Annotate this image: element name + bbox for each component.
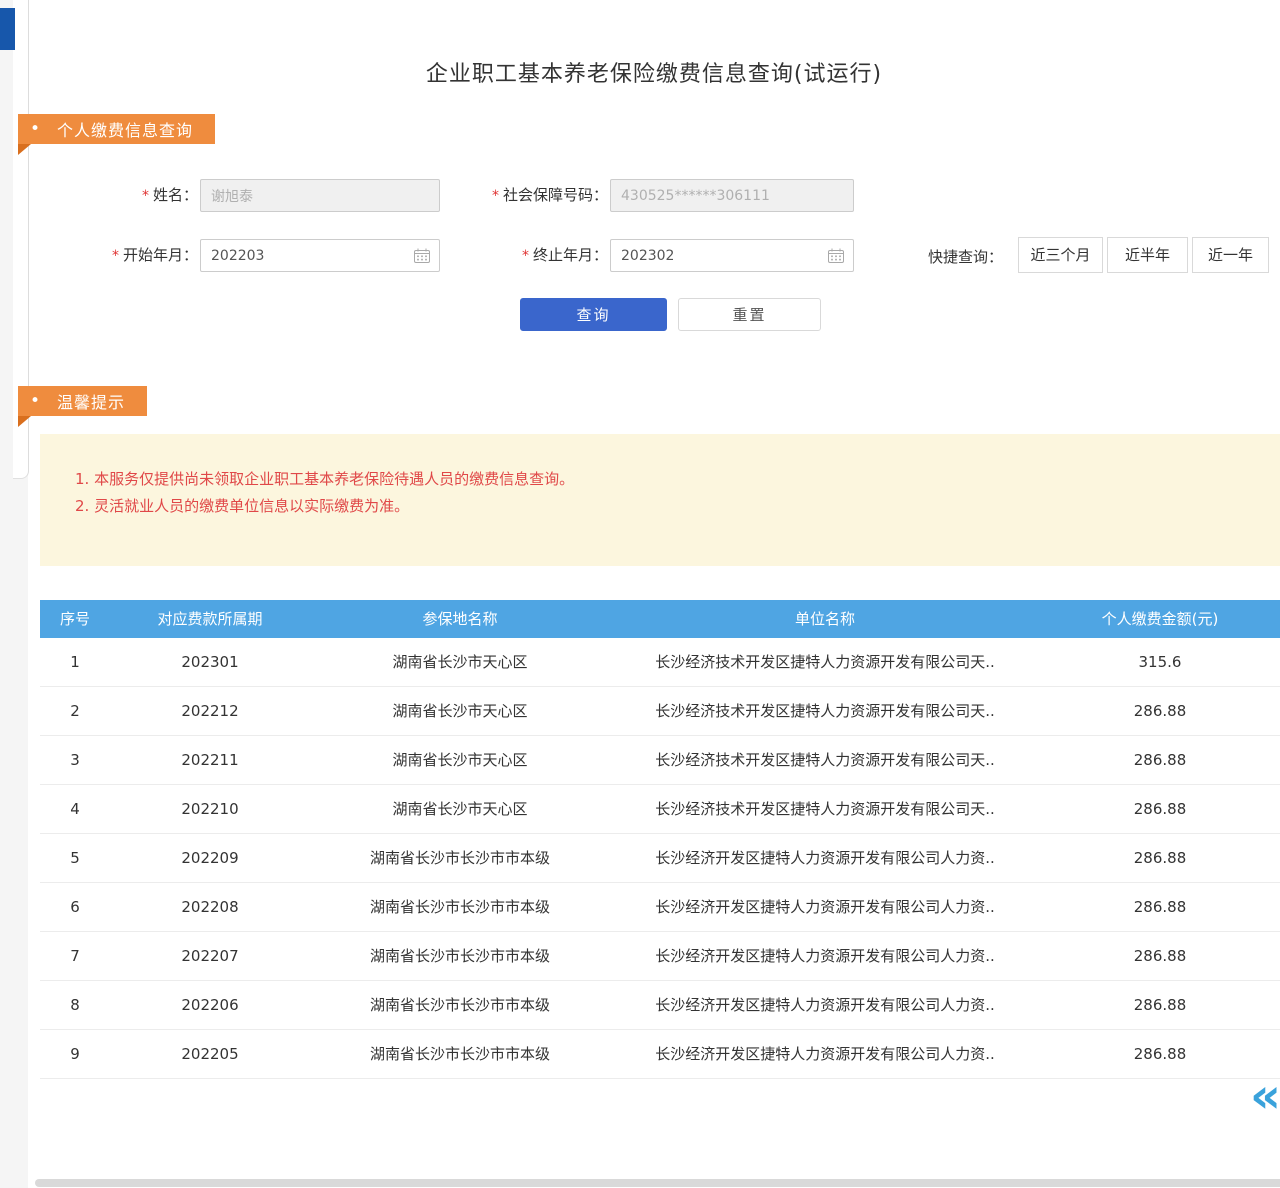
cell-period: 202210	[110, 785, 310, 833]
cell-unit: 长沙经济开发区捷特人力资源开发有限公司人力资..	[610, 1030, 1040, 1078]
cell-unit: 长沙经济开发区捷特人力资源开发有限公司人力资..	[610, 932, 1040, 980]
table-row: 2202212湖南省长沙市天心区长沙经济技术开发区捷特人力资源开发有限公司天..…	[40, 687, 1280, 736]
cell-amount: 286.88	[1040, 785, 1280, 833]
header-cell-region: 参保地名称	[310, 600, 610, 638]
table-row: 1202301湖南省长沙市天心区长沙经济技术开发区捷特人力资源开发有限公司天..…	[40, 638, 1280, 687]
payment-results-table: 序号对应费款所属期参保地名称单位名称个人缴费金额(元) 1202301湖南省长沙…	[40, 600, 1280, 1079]
cell-unit: 长沙经济开发区捷特人力资源开发有限公司人力资..	[610, 981, 1040, 1029]
section-badge-label: 个人缴费信息查询	[57, 117, 193, 141]
cell-unit: 长沙经济技术开发区捷特人力资源开发有限公司天..	[610, 785, 1040, 833]
cell-region: 湖南省长沙市天心区	[310, 638, 610, 686]
table-header-row: 序号对应费款所属期参保地名称单位名称个人缴费金额(元)	[40, 600, 1280, 638]
cell-period: 202211	[110, 736, 310, 784]
ssn-label: *社会保障号码：	[445, 179, 608, 212]
cell-seq: 5	[40, 834, 110, 882]
cell-amount: 286.88	[1040, 1030, 1280, 1078]
table-row: 5202209湖南省长沙市长沙市市本级长沙经济开发区捷特人力资源开发有限公司人力…	[40, 834, 1280, 883]
section-badge-tips: • 温馨提示	[18, 386, 147, 416]
table-row: 3202211湖南省长沙市天心区长沙经济技术开发区捷特人力资源开发有限公司天..…	[40, 736, 1280, 785]
cell-amount: 286.88	[1040, 736, 1280, 784]
tip-line-1: 1. 本服务仅提供尚未领取企业职工基本养老保险待遇人员的缴费信息查询。	[75, 466, 1260, 493]
cell-unit: 长沙经济开发区捷特人力资源开发有限公司人力资..	[610, 834, 1040, 882]
calendar-icon[interactable]	[828, 248, 844, 263]
cell-amount: 286.88	[1040, 834, 1280, 882]
table-body: 1202301湖南省长沙市天心区长沙经济技术开发区捷特人力资源开发有限公司天..…	[40, 638, 1280, 1079]
cell-unit: 长沙经济技术开发区捷特人力资源开发有限公司天..	[610, 736, 1040, 784]
bullet-icon: •	[30, 391, 41, 411]
quick-query-last-3-months-button[interactable]: 近三个月	[1018, 237, 1103, 273]
cell-region: 湖南省长沙市天心区	[310, 687, 610, 735]
required-asterisk: *	[492, 188, 499, 204]
table-row: 8202206湖南省长沙市长沙市市本级长沙经济开发区捷特人力资源开发有限公司人力…	[40, 981, 1280, 1030]
horizontal-scrollbar[interactable]	[35, 1179, 1280, 1187]
cell-amount: 286.88	[1040, 883, 1280, 931]
header-cell-amount: 个人缴费金额(元)	[1040, 600, 1280, 638]
cell-seq: 6	[40, 883, 110, 931]
cell-seq: 3	[40, 736, 110, 784]
cell-unit: 长沙经济技术开发区捷特人力资源开发有限公司天..	[610, 687, 1040, 735]
start-month-input[interactable]	[200, 239, 440, 272]
table-row: 7202207湖南省长沙市长沙市市本级长沙经济开发区捷特人力资源开发有限公司人力…	[40, 932, 1280, 981]
cell-seq: 2	[40, 687, 110, 735]
cell-period: 202206	[110, 981, 310, 1029]
ssn-field[interactable]	[610, 179, 854, 212]
calendar-icon[interactable]	[414, 248, 430, 263]
cell-region: 湖南省长沙市长沙市市本级	[310, 834, 610, 882]
table-row: 6202208湖南省长沙市长沙市市本级长沙经济开发区捷特人力资源开发有限公司人力…	[40, 883, 1280, 932]
bullet-icon: •	[30, 119, 41, 139]
header-cell-seq: 序号	[40, 600, 110, 638]
cell-seq: 8	[40, 981, 110, 1029]
required-asterisk: *	[522, 248, 529, 264]
end-month-input[interactable]	[610, 239, 854, 272]
start-month-label: *开始年月：	[80, 239, 198, 272]
tip-line-2: 2. 灵活就业人员的缴费单位信息以实际缴费为准。	[75, 493, 1260, 520]
quick-query-label: 快捷查询：	[928, 239, 1003, 275]
section-badge-label: 温馨提示	[57, 389, 125, 413]
cell-region: 湖南省长沙市天心区	[310, 736, 610, 784]
cell-unit: 长沙经济开发区捷特人力资源开发有限公司人力资..	[610, 883, 1040, 931]
cell-period: 202301	[110, 638, 310, 686]
cell-amount: 286.88	[1040, 932, 1280, 980]
quick-query-last-half-year-button[interactable]: 近半年	[1107, 237, 1188, 273]
tips-notice-box: 1. 本服务仅提供尚未领取企业职工基本养老保险待遇人员的缴费信息查询。 2. 灵…	[40, 434, 1280, 566]
cell-seq: 4	[40, 785, 110, 833]
reset-button[interactable]: 重置	[678, 298, 821, 331]
table-row: 4202210湖南省长沙市天心区长沙经济技术开发区捷特人力资源开发有限公司天..…	[40, 785, 1280, 834]
header-cell-unit: 单位名称	[610, 600, 1040, 638]
quick-query-group: 近三个月 近半年 近一年	[1018, 237, 1269, 273]
collapse-double-chevron-icon[interactable]: «	[1250, 1072, 1280, 1120]
cell-region: 湖南省长沙市长沙市市本级	[310, 932, 610, 980]
name-label: *姓名：	[90, 179, 198, 212]
cell-amount: 286.88	[1040, 981, 1280, 1029]
query-button[interactable]: 查询	[520, 298, 667, 331]
cell-period: 202212	[110, 687, 310, 735]
quick-query-last-year-button[interactable]: 近一年	[1192, 237, 1269, 273]
cell-region: 湖南省长沙市长沙市市本级	[310, 1030, 610, 1078]
cell-amount: 286.88	[1040, 687, 1280, 735]
end-month-label: *终止年月：	[455, 239, 608, 272]
cell-period: 202207	[110, 932, 310, 980]
cell-region: 湖南省长沙市长沙市市本级	[310, 981, 610, 1029]
page-title: 企业职工基本养老保险缴费信息查询(试运行)	[28, 56, 1280, 88]
cell-seq: 1	[40, 638, 110, 686]
cell-period: 202205	[110, 1030, 310, 1078]
cell-period: 202209	[110, 834, 310, 882]
section-badge-personal-payment-query: • 个人缴费信息查询	[18, 114, 215, 144]
cell-seq: 9	[40, 1030, 110, 1078]
required-asterisk: *	[112, 248, 119, 264]
table-row: 9202205湖南省长沙市长沙市市本级长沙经济开发区捷特人力资源开发有限公司人力…	[40, 1030, 1280, 1079]
name-field[interactable]	[200, 179, 440, 212]
sidebar-blue-tab[interactable]	[0, 8, 15, 50]
cell-amount: 315.6	[1040, 638, 1280, 686]
header-cell-period: 对应费款所属期	[110, 600, 310, 638]
cell-region: 湖南省长沙市天心区	[310, 785, 610, 833]
cell-region: 湖南省长沙市长沙市市本级	[310, 883, 610, 931]
cell-unit: 长沙经济技术开发区捷特人力资源开发有限公司天..	[610, 638, 1040, 686]
required-asterisk: *	[142, 188, 149, 204]
cell-period: 202208	[110, 883, 310, 931]
cell-seq: 7	[40, 932, 110, 980]
